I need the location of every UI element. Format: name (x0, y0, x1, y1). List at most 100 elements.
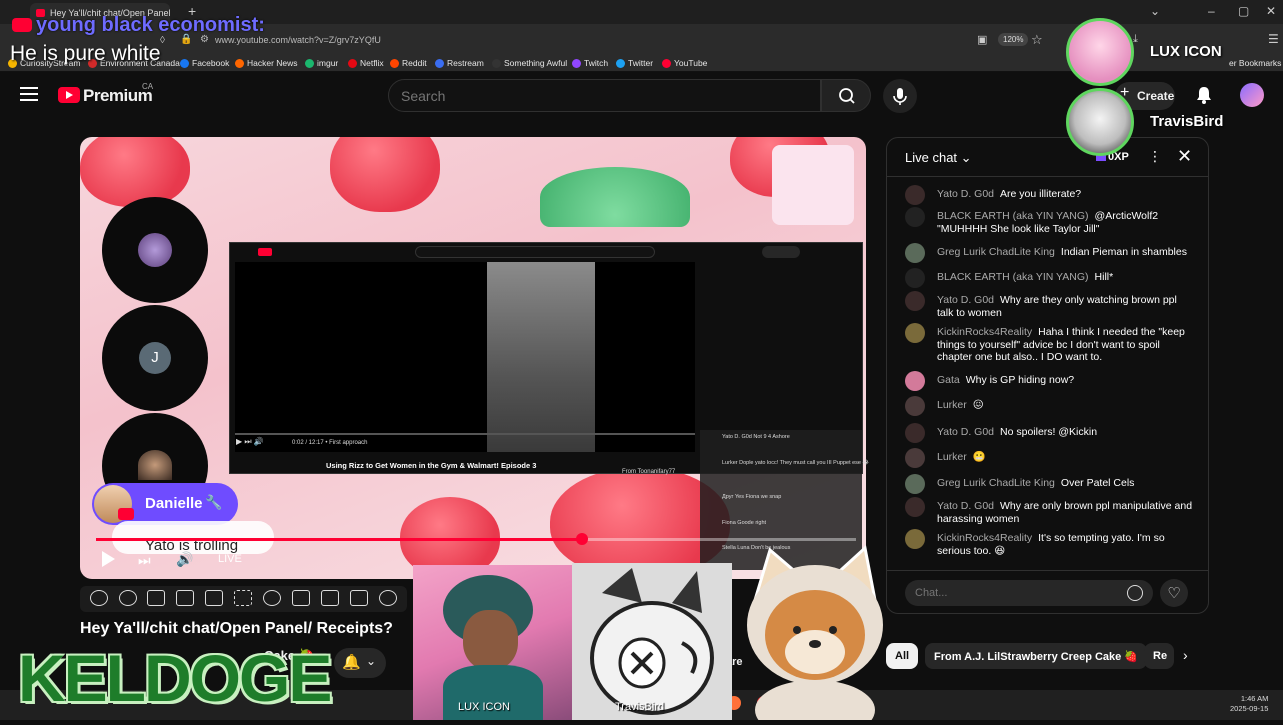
clapper-icon[interactable] (176, 590, 194, 606)
chat-message-text: No spoilers! @Kickin (1000, 426, 1098, 438)
chat-message[interactable]: BLACK EARTH (aka YIN YANG) Hill* (905, 268, 1195, 288)
chat-message[interactable]: BLACK EARTH (aka YIN YANG) @ArcticWolf2 "… (905, 207, 1195, 235)
chat-author-avatar[interactable] (905, 185, 925, 205)
guide-menu-icon[interactable] (20, 87, 38, 101)
close-icon[interactable]: ✕ (1177, 146, 1192, 167)
chat-message[interactable]: Lurker 😬 (905, 448, 1195, 468)
chat-author-name[interactable]: Lurker (937, 399, 967, 411)
minimize-icon[interactable]: – (1208, 4, 1215, 18)
notifications-bell-icon[interactable] (1196, 86, 1212, 104)
chat-author-avatar[interactable] (905, 243, 925, 263)
other-bookmarks[interactable]: er Bookmarks (1229, 58, 1281, 68)
volume-icon[interactable]: 🔊 (176, 551, 193, 568)
chat-author-name[interactable]: Lurker (937, 451, 967, 463)
bookmark-item[interactable]: Facebook (180, 58, 229, 68)
bookmark-item[interactable]: YouTube (662, 58, 707, 68)
video-settings-icon[interactable] (147, 590, 165, 606)
account-avatar[interactable] (1240, 83, 1264, 107)
bookmark-item[interactable]: Netflix (348, 58, 384, 68)
expand-icon[interactable] (205, 590, 223, 606)
download-icon[interactable]: ⤓ (1133, 33, 1138, 46)
bookmark-star-icon[interactable]: ☆ (1031, 32, 1043, 48)
chat-author-name[interactable]: Yato D. G0d (937, 188, 994, 200)
chat-author-name[interactable]: Yato D. G0d (937, 500, 994, 512)
chat-author-avatar[interactable] (905, 474, 925, 494)
lux-avatar-face (463, 610, 518, 670)
search-button[interactable] (821, 79, 871, 112)
bookmark-item[interactable]: Reddit (390, 58, 427, 68)
chat-author-avatar[interactable] (905, 396, 925, 416)
more-options-icon[interactable]: ⋮ (1148, 148, 1162, 165)
bookmark-item[interactable]: Twitter (616, 58, 653, 68)
chat-author-avatar[interactable] (905, 371, 925, 391)
chat-message[interactable]: Greg Lurik ChadLite King Over Patel Cels (905, 474, 1195, 494)
broadcast-icon[interactable] (119, 590, 137, 606)
browser-menu-icon[interactable]: ☰ (1268, 32, 1279, 46)
repeat-icon[interactable] (90, 590, 108, 606)
chat-message-text: Over Patel Cels (1060, 477, 1135, 489)
chat-author-name[interactable]: Yato D. G0d (937, 426, 994, 438)
chat-author-name[interactable]: Greg Lurik ChadLite King (937, 246, 1055, 258)
chat-input[interactable] (905, 580, 1153, 606)
bookmark-label: Facebook (192, 58, 230, 68)
camera-icon[interactable] (321, 590, 339, 606)
clock-time: 1:46 AM (1240, 694, 1269, 703)
chat-message[interactable]: Lurker 😖 (905, 396, 1195, 416)
play-icon[interactable] (102, 551, 115, 567)
voice-search-button[interactable] (883, 79, 917, 113)
tab-list-chevron-icon[interactable]: ⌄ (1150, 4, 1160, 18)
chat-author-name[interactable]: Greg Lurik ChadLite King (937, 477, 1055, 489)
chat-author-avatar[interactable] (905, 448, 925, 468)
next-icon[interactable]: ⏭ (138, 552, 151, 569)
add-clip-icon[interactable] (292, 590, 310, 606)
chat-message-body: Gata Why is GP hiding now? (937, 374, 1074, 391)
maximize-icon[interactable]: ▢ (1238, 4, 1249, 18)
chat-author-avatar[interactable] (905, 497, 925, 517)
chat-author-name[interactable]: KickinRocks4Reality (937, 326, 1032, 338)
bookmark-item[interactable]: Twitch (572, 58, 608, 68)
chevron-right-icon[interactable]: › (1183, 647, 1188, 663)
chat-author-avatar[interactable] (905, 529, 925, 549)
gear-icon[interactable] (379, 590, 397, 606)
chat-author-avatar[interactable] (905, 423, 925, 443)
chat-message[interactable]: Gata Why is GP hiding now? (905, 371, 1195, 391)
chat-message[interactable]: Yato D. G0d Why are only brown ppl manipu… (905, 497, 1195, 525)
chat-message[interactable]: KickinRocks4Reality It's so tempting yato… (905, 529, 1195, 557)
chat-author-name[interactable]: Gata (937, 374, 960, 386)
emoji-icon[interactable] (1127, 585, 1143, 601)
search-input[interactable] (401, 88, 801, 104)
picture-in-picture-icon[interactable]: ▣ (977, 33, 987, 46)
bookmark-item[interactable]: Restream (435, 58, 484, 68)
speed-icon[interactable] (263, 590, 281, 606)
bookmark-favicon-icon (435, 58, 444, 68)
youtube-logo-icon[interactable] (58, 87, 80, 103)
heart-icon[interactable]: ♡ (1160, 579, 1188, 607)
chat-author-avatar[interactable] (905, 268, 925, 288)
chat-author-avatar[interactable] (905, 207, 925, 227)
zoom-level[interactable]: 120% (998, 33, 1029, 46)
chat-author-name[interactable]: KickinRocks4Reality (937, 532, 1032, 544)
chat-author-avatar[interactable] (905, 323, 925, 343)
chat-message[interactable]: Greg Lurik ChadLite King Indian Pieman in… (905, 243, 1195, 263)
chat-author-name[interactable]: BLACK EARTH (aka YIN YANG) (937, 210, 1089, 222)
subscription-bell-button[interactable]: 🔔 ⌄ (334, 648, 386, 678)
chat-message[interactable]: Yato D. G0d No spoilers! @Kickin (905, 423, 1195, 443)
close-window-icon[interactable]: ✕ (1266, 4, 1276, 18)
chat-message[interactable]: KickinRocks4Reality Haha I think I needed… (905, 323, 1195, 364)
chip-from-channel[interactable]: From A.J. LilStrawberry Creep Cake 🍓 (925, 643, 1148, 669)
bookmark-item[interactable]: imgur (305, 58, 338, 68)
progress-scrubber[interactable] (576, 533, 588, 545)
keyboard-icon[interactable] (350, 590, 368, 606)
chip-partial[interactable]: Re (1144, 643, 1174, 669)
chat-author-avatar[interactable] (905, 291, 925, 311)
bookmark-item[interactable]: Something Awful (492, 58, 567, 68)
chat-author-name[interactable]: BLACK EARTH (aka YIN YANG) (937, 271, 1089, 283)
chat-message[interactable]: Yato D. G0d Are you illiterate? (905, 185, 1195, 205)
live-chat-title[interactable]: Live chat ⌄ (905, 150, 972, 166)
live-indicator[interactable]: LIVE (218, 553, 242, 565)
chat-message[interactable]: Yato D. G0d Why are they only watching br… (905, 291, 1195, 319)
taskbar-clock[interactable]: 1:46 AM 2025-09-15 (1230, 694, 1268, 714)
chat-author-name[interactable]: Yato D. G0d (937, 294, 994, 306)
crop-icon[interactable] (234, 590, 252, 606)
bookmark-item[interactable]: Hacker News (235, 58, 298, 68)
